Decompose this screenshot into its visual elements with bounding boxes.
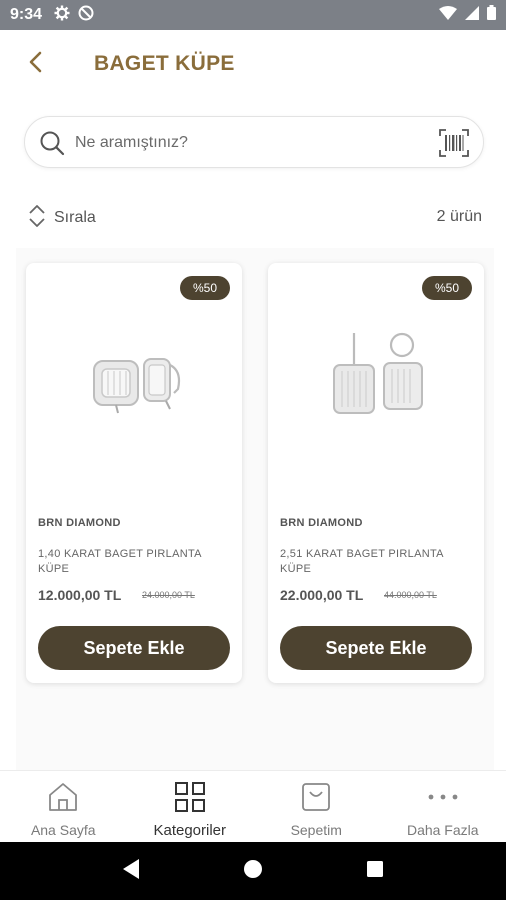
data-saver-icon <box>78 5 94 26</box>
back-button[interactable] <box>22 50 50 78</box>
square-recents-icon <box>366 860 384 883</box>
tab-label: Kategoriler <box>153 822 227 839</box>
product-name[interactable]: 2,51 KARAT BAGET PIRLANTA KÜPE <box>280 547 470 577</box>
discount-badge: %50 <box>422 276 472 300</box>
page-title: BAGET KÜPE <box>94 52 235 75</box>
triangle-back-icon <box>121 858 141 885</box>
product-image[interactable] <box>308 323 444 433</box>
product-card[interactable]: %50 BRN DIAMOND 1,40 KARAT BAGET PIRLANT… <box>26 263 242 683</box>
circle-home-icon <box>243 859 263 884</box>
tab-label: Daha Fazla <box>406 822 479 838</box>
tab-categories[interactable]: Kategoriler <box>127 771 254 842</box>
nav-recents-button[interactable] <box>355 851 395 891</box>
add-to-cart-button[interactable]: Sepete Ekle <box>38 626 230 670</box>
discount-badge: %50 <box>180 276 230 300</box>
product-card[interactable]: %50 BRN DIAMOND 2,51 KARAT BAGET PIRLANT… <box>268 263 484 683</box>
status-bar: 9:34 <box>0 0 506 30</box>
product-brand: BRN DIAMOND <box>280 517 363 529</box>
wifi-icon <box>439 5 457 25</box>
grid-icon <box>174 781 206 818</box>
app-header: BAGET KÜPE <box>0 30 506 100</box>
tab-label: Ana Sayfa <box>30 822 96 838</box>
add-to-cart-button[interactable]: Sepete Ekle <box>280 626 472 670</box>
battery-icon <box>487 5 496 25</box>
more-icon <box>426 781 460 818</box>
product-old-price: 44.000,00 TL <box>384 590 437 600</box>
search-bar[interactable] <box>24 116 484 168</box>
nav-home-button[interactable] <box>233 851 273 891</box>
tab-more[interactable]: Daha Fazla <box>380 771 506 842</box>
sort-icon <box>28 202 46 235</box>
sort-button[interactable]: Sırala <box>28 203 96 233</box>
product-price: 12.000,00 TL <box>38 587 122 603</box>
product-count: 2 ürün <box>436 208 482 225</box>
shopping-bag-icon <box>300 781 332 818</box>
nav-back-button[interactable] <box>111 851 151 891</box>
tab-label: Sepetim <box>290 822 342 838</box>
sort-label: Sırala <box>54 209 96 226</box>
settings-icon <box>54 5 70 26</box>
signal-icon <box>465 5 479 25</box>
status-time: 9:34 <box>10 6 43 23</box>
search-input[interactable] <box>75 125 415 161</box>
product-price: 22.000,00 TL <box>280 587 364 603</box>
home-icon <box>47 781 79 818</box>
tab-home[interactable]: Ana Sayfa <box>0 771 127 842</box>
product-image[interactable] <box>66 323 202 433</box>
search-icon <box>39 130 65 161</box>
product-old-price: 24.000,00 TL <box>142 590 195 600</box>
tab-cart[interactable]: Sepetim <box>253 771 380 842</box>
chevron-left-icon <box>28 51 44 78</box>
product-brand: BRN DIAMOND <box>38 517 121 529</box>
barcode-scan-icon[interactable] <box>439 129 469 162</box>
system-navigation-bar <box>0 842 506 900</box>
product-name[interactable]: 1,40 KARAT BAGET PIRLANTA KÜPE <box>38 547 228 577</box>
bottom-tab-bar: Ana Sayfa Kategoriler Sepetim Daha Fazla <box>0 770 506 842</box>
